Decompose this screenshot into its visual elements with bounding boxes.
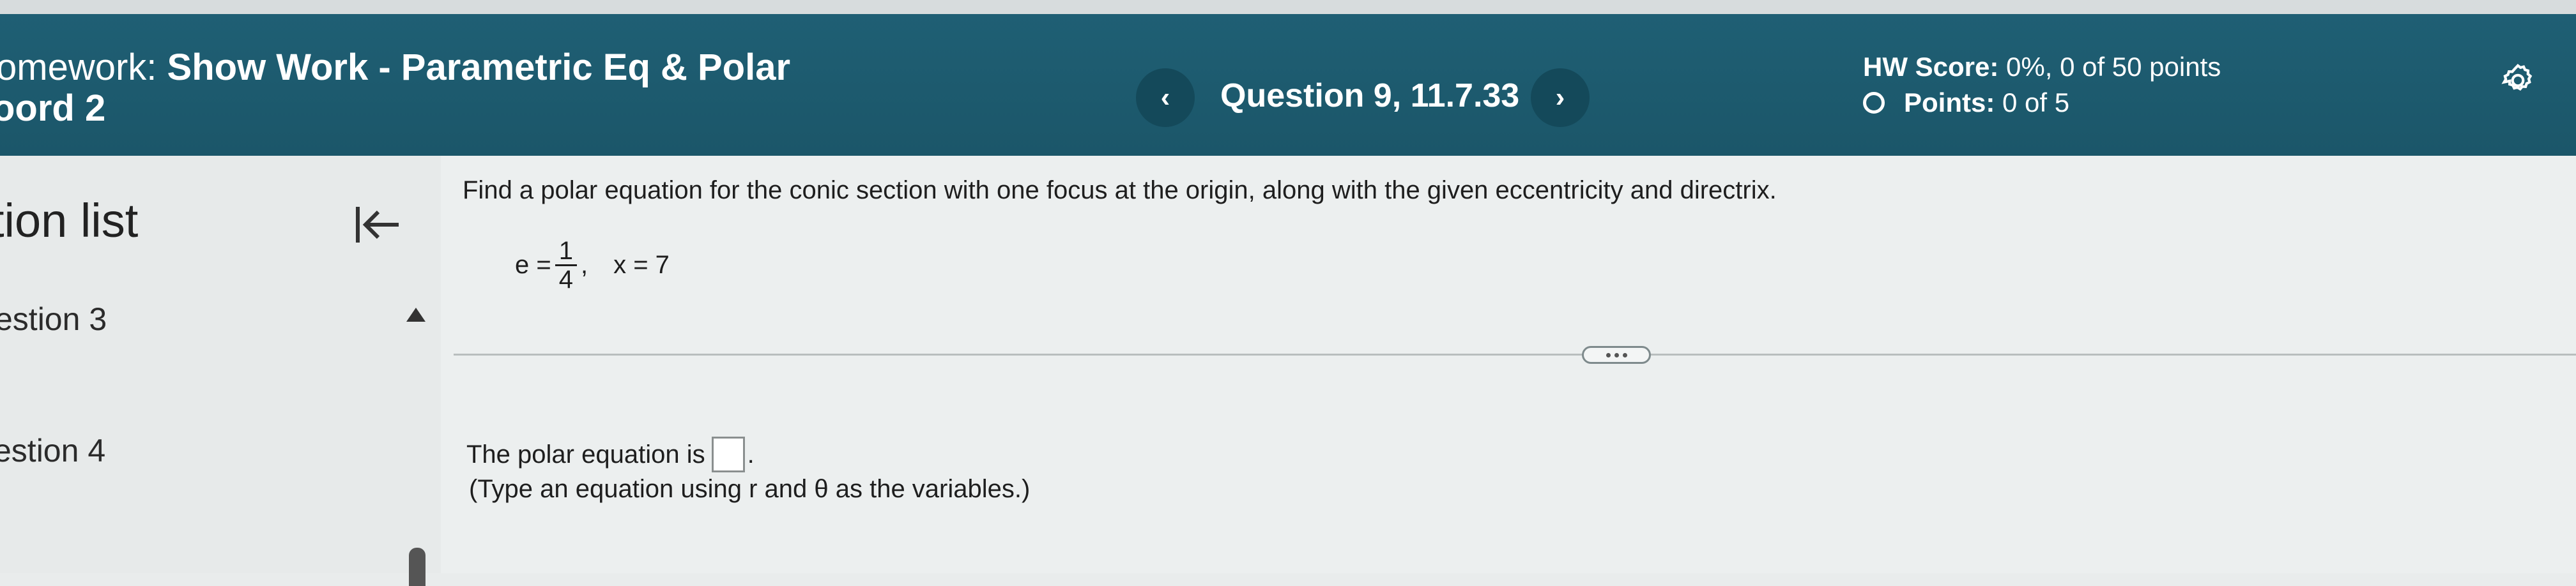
hw-score-value: 0%, 0 of 50 points: [2006, 52, 2221, 82]
fraction-numerator: 1: [555, 237, 577, 266]
chevron-left-icon: ‹: [1160, 82, 1170, 113]
fraction-denominator: 4: [558, 266, 573, 294]
question-list-item-3[interactable]: estion 3: [0, 301, 107, 337]
points-label: Points:: [1904, 87, 1995, 117]
top-strip: [0, 0, 2576, 14]
question-list-item-4[interactable]: estion 4: [0, 433, 105, 469]
given-separator: ,: [580, 251, 588, 279]
dot-icon: [1614, 352, 1619, 357]
expand-more-button[interactable]: [1582, 346, 1651, 364]
directrix-value: x = 7: [613, 251, 670, 279]
answer-prompt: The polar equation is: [466, 440, 705, 469]
gear-icon[interactable]: [2498, 60, 2538, 100]
question-content: Find a polar equation for the conic sect…: [441, 156, 2576, 573]
question-list-title: tion list: [0, 194, 139, 247]
hw-score-label: HW Score:: [1863, 52, 1999, 82]
answer-hint: (Type an equation using r and θ as the v…: [469, 475, 1031, 503]
section-divider: [454, 354, 2576, 356]
homework-title: omework: Show Work - Parametric Eq & Pol…: [0, 47, 790, 88]
dot-icon: [1606, 352, 1611, 357]
assignment-header: omework: Show Work - Parametric Eq & Pol…: [0, 14, 2576, 156]
answer-row: The polar equation is .: [466, 437, 755, 472]
homework-title-line2: oord 2: [0, 87, 106, 129]
question-points: Points: 0 of 5: [1863, 87, 2069, 119]
question-list-panel: tion list estion 3 estion 4: [0, 156, 441, 586]
collapse-left-icon[interactable]: [353, 202, 404, 248]
question-label: Question 9, 11.7.33: [1220, 77, 1520, 114]
scroll-up-arrow-icon[interactable]: [405, 306, 427, 323]
eccentricity-label: e =: [515, 251, 551, 279]
dot-icon: [1622, 352, 1627, 357]
homework-title-prefix: omework:: [0, 47, 157, 88]
previous-question-button[interactable]: ‹: [1136, 68, 1195, 127]
points-value: 0 of 5: [2002, 87, 2070, 117]
scrollbar-thumb[interactable]: [409, 548, 425, 586]
points-status-icon: [1863, 92, 1885, 114]
eccentricity-fraction: 1 4: [555, 237, 577, 293]
answer-suffix: .: [747, 440, 755, 469]
chevron-right-icon: ›: [1555, 82, 1565, 113]
answer-input[interactable]: [711, 437, 745, 472]
problem-instruction: Find a polar equation for the conic sect…: [463, 176, 1777, 204]
hw-score: HW Score: 0%, 0 of 50 points: [1863, 51, 2221, 83]
homework-title-main: Show Work - Parametric Eq & Polar: [167, 47, 791, 88]
given-values: e = 1 4 , x = 7: [515, 237, 670, 293]
next-question-button[interactable]: ›: [1531, 68, 1590, 127]
